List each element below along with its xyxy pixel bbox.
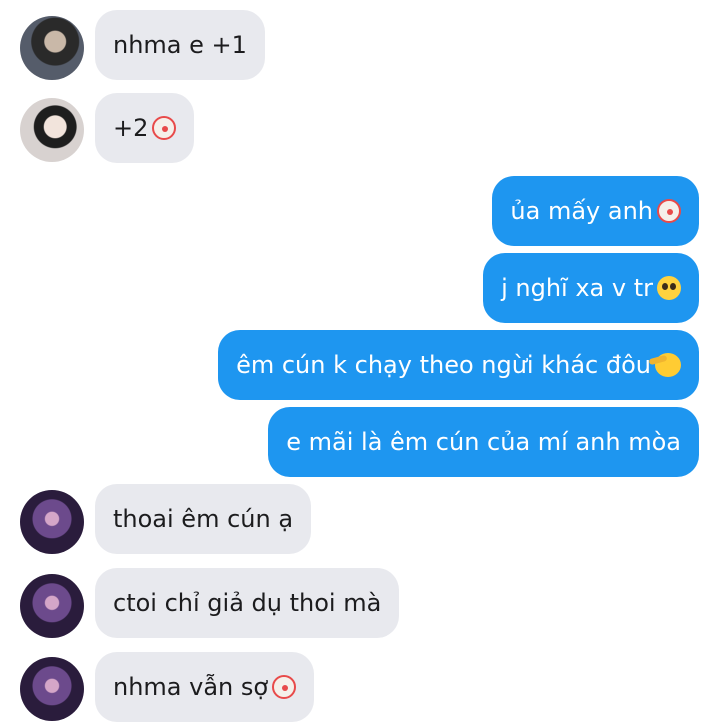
outgoing-message[interactable]: e mãi là êm cún của mí anh mòa — [268, 407, 699, 477]
pleading-face-emoji-icon — [657, 276, 681, 300]
outgoing-message[interactable]: j nghĩ xa v tr — [483, 253, 699, 323]
incoming-message[interactable]: nhma e +1 — [95, 10, 265, 80]
clown-emoji-icon — [657, 199, 681, 223]
clown-emoji-icon — [152, 116, 177, 140]
incoming-message[interactable]: ctoi chỉ giả dụ thoi mà — [95, 568, 400, 638]
sender-avatar[interactable] — [20, 574, 84, 638]
sender-avatar[interactable] — [20, 16, 84, 80]
clown-emoji-icon — [272, 675, 297, 699]
outgoing-message[interactable]: êm cún k chạy theo ngừi khác đôu — [218, 330, 699, 400]
saluting-face-emoji-icon — [655, 353, 681, 377]
message-text: êm cún k chạy theo ngừi khác đôu — [236, 351, 651, 379]
message-text: e mãi là êm cún của mí anh mòa — [286, 428, 681, 456]
message-text: nhma vẫn sợ — [113, 673, 269, 701]
outgoing-message[interactable]: ủa mấy anh — [492, 176, 699, 246]
incoming-message[interactable]: thoai êm cún ạ — [95, 484, 312, 554]
message-text: ủa mấy anh — [510, 197, 653, 225]
message-text: +2 — [113, 114, 149, 142]
message-text: ctoi chỉ giả dụ thoi mà — [113, 589, 382, 617]
message-text: nhma e +1 — [113, 31, 247, 59]
message-text: thoai êm cún ạ — [113, 505, 294, 533]
incoming-message[interactable]: nhma vẫn sợ — [95, 652, 315, 722]
sender-avatar[interactable] — [20, 490, 84, 554]
incoming-message[interactable]: +2 — [95, 93, 195, 163]
sender-avatar[interactable] — [20, 657, 84, 721]
message-text: j nghĩ xa v tr — [501, 274, 653, 302]
sender-avatar[interactable] — [20, 98, 84, 162]
